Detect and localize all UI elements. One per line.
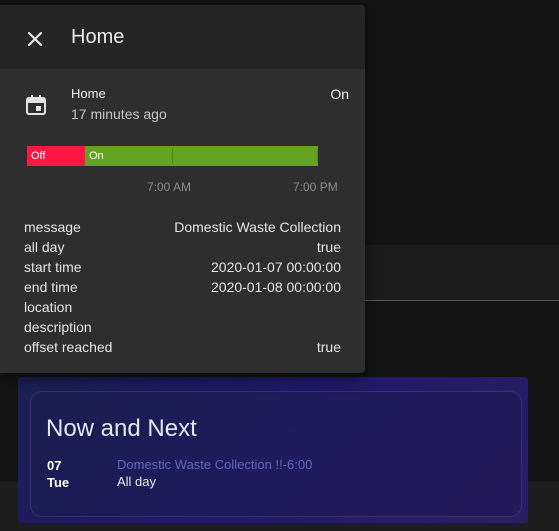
timeline-segment-label: Off — [31, 150, 46, 162]
attribute-value: true — [316, 239, 341, 255]
timeline-axis-label: 7:00 AM — [147, 180, 192, 194]
attribute-row: start time 2020-01-07 00:00:00 — [24, 257, 341, 277]
attribute-key: start time — [24, 259, 82, 275]
close-icon — [27, 31, 43, 47]
attribute-value: true — [316, 339, 341, 355]
attribute-row: description — [24, 317, 341, 337]
calendar-event-time: All day — [117, 474, 157, 489]
attribute-row: end time 2020-01-08 00:00:00 — [24, 277, 341, 297]
timeline-segment-label: On — [89, 150, 104, 162]
timeline-segment-off[interactable]: Off — [27, 146, 85, 166]
entity-state: On — [330, 86, 349, 102]
dialog-header: Home — [0, 5, 365, 69]
timeline-axis-label: 7:00 PM — [293, 180, 338, 194]
calendar-event-day-number: 07 — [47, 458, 62, 473]
attribute-key: all day — [24, 239, 65, 255]
attribute-row: all day true — [24, 237, 341, 257]
timeline-gridline — [172, 148, 173, 164]
calendar-event-date: 07 Tue — [47, 457, 69, 491]
page: on Now and Next 07 Tue Domestic Waste Co… — [0, 0, 559, 531]
state-history-timeline[interactable]: Off On — [27, 146, 318, 166]
close-button[interactable] — [18, 22, 52, 56]
attribute-key: end time — [24, 279, 78, 295]
calendar-card-title: Now and Next — [46, 415, 197, 442]
calendar-icon — [24, 93, 48, 117]
more-info-dialog: Home Home 17 minutes ago On Off On 7:00 — [0, 5, 365, 373]
timeline-gridline — [317, 148, 318, 164]
attribute-value: Domestic Waste Collection — [174, 219, 341, 235]
dialog-title: Home — [71, 26, 125, 48]
attribute-key: offset reached — [24, 339, 113, 355]
attribute-value: 2020-01-08 00:00:00 — [211, 279, 341, 295]
attribute-row: location — [24, 297, 341, 317]
calendar-card[interactable] — [30, 391, 522, 517]
attribute-key: description — [24, 319, 92, 335]
attribute-row: message Domestic Waste Collection — [24, 217, 341, 237]
entity-name: Home — [71, 86, 106, 101]
attribute-value: 2020-01-07 00:00:00 — [211, 259, 341, 275]
calendar-event-day-name: Tue — [47, 475, 70, 490]
calendar-event-title[interactable]: Domestic Waste Collection !!-6:00 — [117, 457, 312, 472]
attribute-key: message — [24, 219, 81, 235]
attributes-table: message Domestic Waste Collection all da… — [24, 217, 341, 357]
attribute-key: location — [24, 299, 73, 315]
timeline-segment-on[interactable]: On — [85, 146, 318, 166]
attribute-row: offset reached true — [24, 337, 341, 357]
entity-last-changed: 17 minutes ago — [71, 106, 167, 122]
